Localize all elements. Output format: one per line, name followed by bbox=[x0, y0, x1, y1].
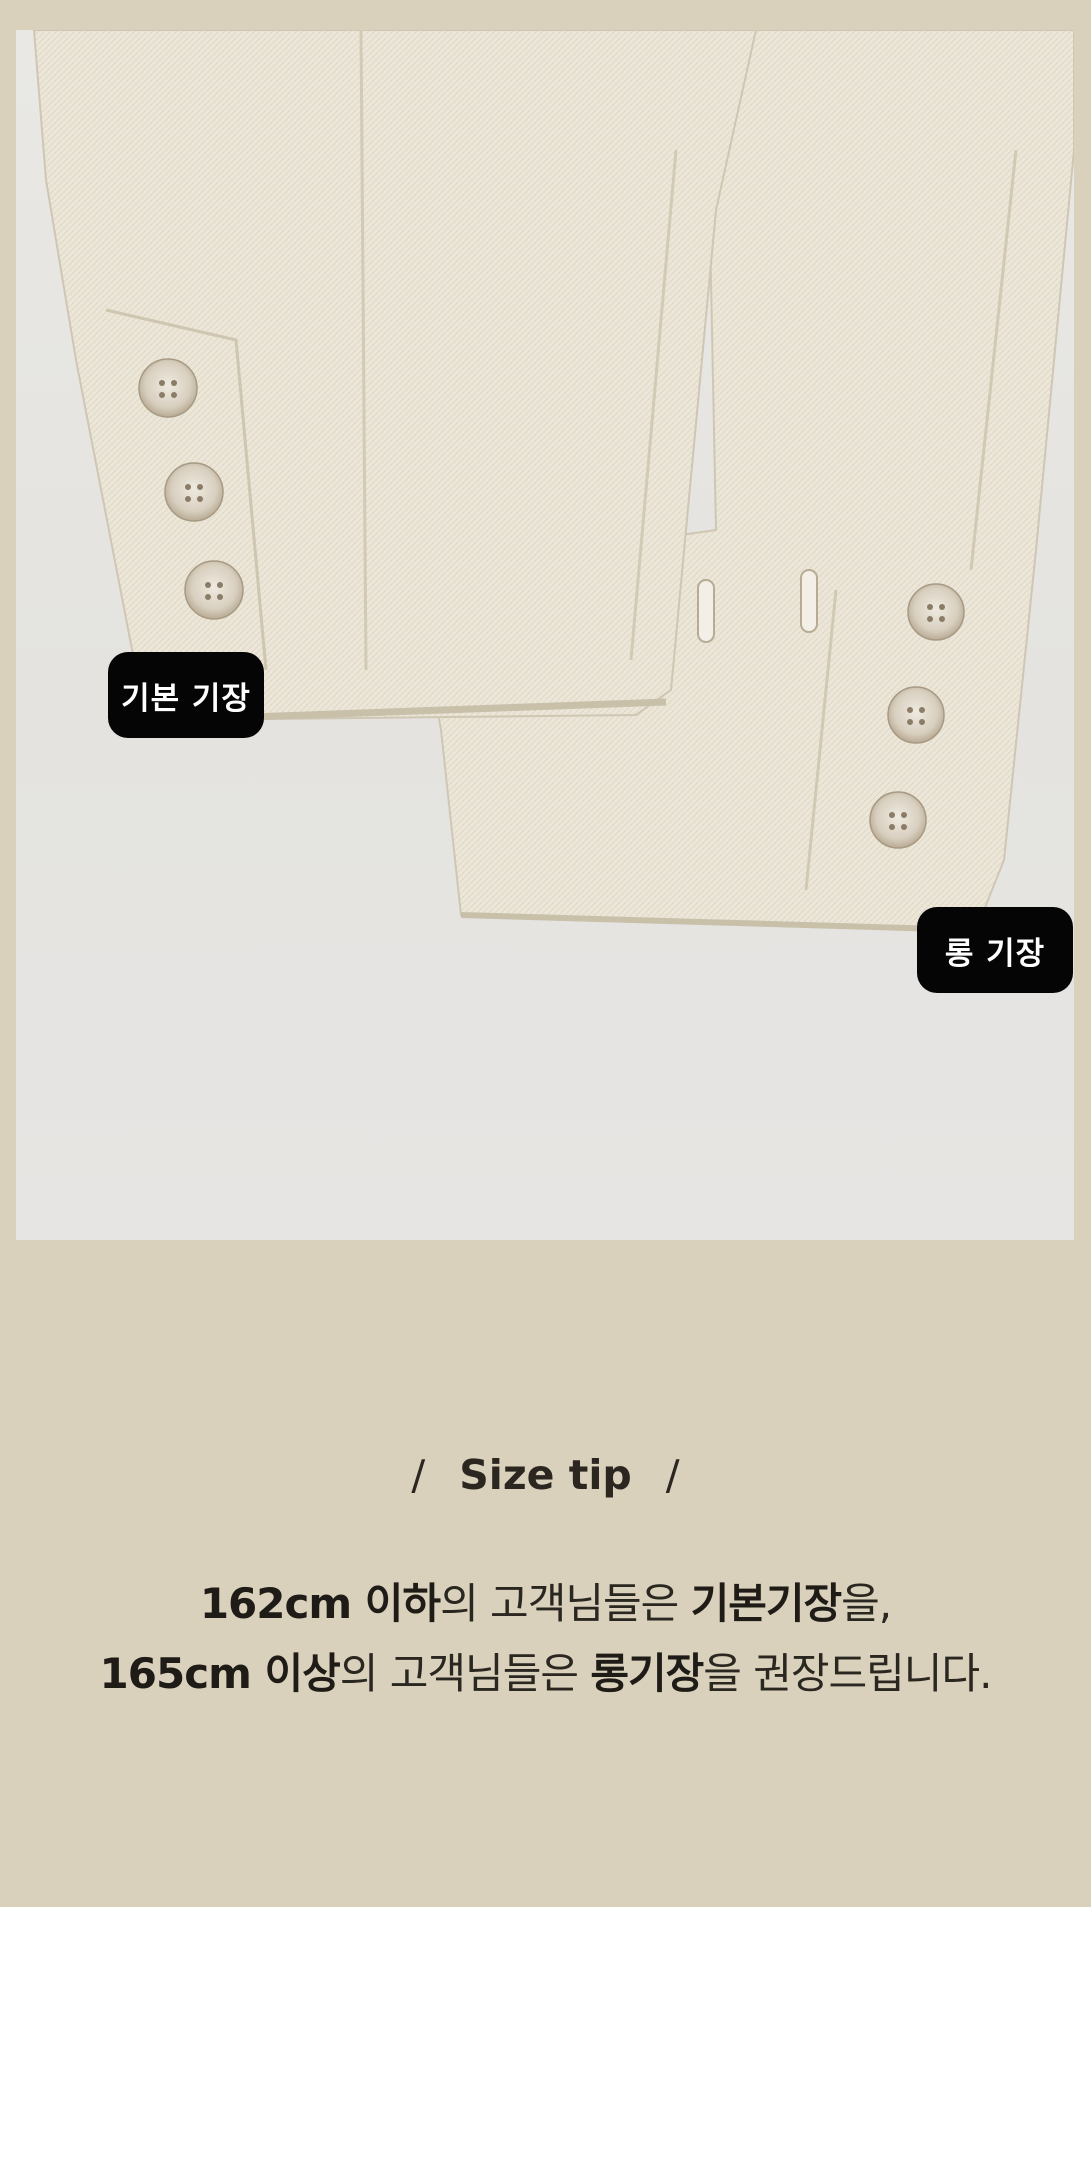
line2-middle: 의 고객님들은 bbox=[339, 1649, 591, 1698]
linen-pants-hem-illustration bbox=[32, 30, 1074, 933]
heading-slash-left: / bbox=[411, 1451, 426, 1499]
long-length-tag: 롱 기장 bbox=[917, 907, 1073, 993]
height-under-162: 162cm 이하 bbox=[199, 1579, 441, 1628]
line1-middle: 의 고객님들은 bbox=[440, 1579, 691, 1628]
heading-slash-right: / bbox=[665, 1451, 680, 1499]
line1-end: 을, bbox=[841, 1579, 892, 1628]
size-tip-line-long: 165cm 이상의 고객님들은 롱기장을 권장드립니다. bbox=[0, 1640, 1091, 1701]
size-tip-line-basic: 162cm 이하의 고객님들은 기본기장을, bbox=[0, 1570, 1091, 1631]
size-tip-title: Size tip bbox=[459, 1451, 632, 1499]
basic-length-tag: 기본 기장 bbox=[108, 652, 264, 738]
long-length-emphasis: 롱기장 bbox=[590, 1649, 704, 1698]
product-detail-photo: 기본 기장 롱 기장 bbox=[16, 30, 1074, 1240]
size-tip-heading: / Size tip / bbox=[0, 1445, 1091, 1505]
height-over-165: 165cm 이상 bbox=[99, 1649, 341, 1698]
line2-end: 을 권장드립니다. bbox=[703, 1649, 992, 1698]
basic-length-emphasis: 기본기장 bbox=[690, 1579, 843, 1628]
